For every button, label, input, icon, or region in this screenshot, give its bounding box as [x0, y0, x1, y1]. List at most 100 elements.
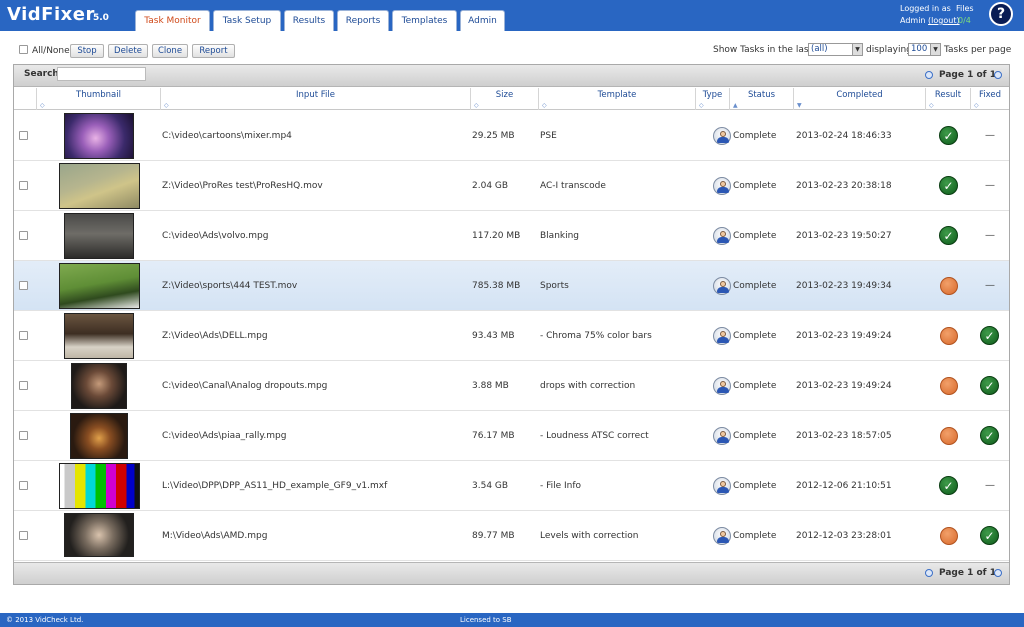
- stop-button[interactable]: Stop: [70, 44, 104, 58]
- check-icon: ✓: [980, 326, 999, 345]
- tab-task-monitor[interactable]: Task Monitor: [135, 10, 210, 31]
- sort-icon: ◇: [164, 102, 169, 109]
- color-bars-thumbnail[interactable]: [59, 463, 140, 509]
- person-icon: [713, 177, 731, 195]
- header-type[interactable]: Type ◇: [696, 88, 730, 110]
- status-text: Complete: [733, 131, 777, 141]
- row-checkbox[interactable]: [19, 381, 28, 390]
- fixed-value: —: [985, 230, 995, 241]
- header-fixed[interactable]: Fixed ◇: [971, 88, 1009, 110]
- check-icon[interactable]: ✓: [939, 476, 958, 495]
- header-result[interactable]: Result ◇: [926, 88, 971, 110]
- thumbnail-image[interactable]: [70, 413, 128, 459]
- app-logo: VidFixer: [7, 4, 95, 25]
- fixed-value: —: [985, 480, 995, 491]
- warning-icon[interactable]: [940, 277, 958, 295]
- person-icon: [713, 227, 731, 245]
- file-size: 117.20 MB: [472, 231, 521, 241]
- clone-button[interactable]: Clone: [152, 44, 188, 58]
- show-tasks-label: Show Tasks in the last: [713, 45, 813, 55]
- period-select[interactable]: (all) ▼: [808, 43, 863, 56]
- row-checkbox[interactable]: [19, 281, 28, 290]
- table-row[interactable]: M:\Video\Ads\AMD.mpg 89.77 MB Levels wit…: [14, 511, 1009, 561]
- pagination-label: Page 1 of 1: [939, 568, 996, 578]
- task-grid: Search Page 1 of 1 Thumbnail ◇ Input File…: [13, 64, 1010, 585]
- tab-reports[interactable]: Reports: [337, 10, 389, 31]
- tab-templates[interactable]: Templates: [392, 10, 457, 31]
- copyright-text: © 2013 VidCheck Ltd.: [6, 616, 84, 624]
- header-thumbnail[interactable]: Thumbnail ◇: [37, 88, 161, 110]
- select-all-checkbox[interactable]: [19, 45, 28, 54]
- check-icon[interactable]: ✓: [939, 226, 958, 245]
- header-size[interactable]: Size ◇: [471, 88, 539, 110]
- status-text: Complete: [733, 181, 777, 191]
- table-row[interactable]: C:\video\cartoons\mixer.mp4 29.25 MB PSE…: [14, 111, 1009, 161]
- delete-button[interactable]: Delete: [108, 44, 148, 58]
- row-checkbox[interactable]: [19, 231, 28, 240]
- pagination-label: Page 1 of 1: [939, 70, 996, 80]
- table-row[interactable]: C:\video\Canal\Analog dropouts.mpg 3.88 …: [14, 361, 1009, 411]
- logout-link[interactable]: (logout): [928, 16, 960, 25]
- thumbnail-image[interactable]: [59, 263, 140, 309]
- all-none-label: All/None: [32, 46, 70, 56]
- search-input[interactable]: [57, 67, 146, 81]
- warning-icon[interactable]: [940, 327, 958, 345]
- template-name: - Chroma 75% color bars: [540, 331, 652, 341]
- table-row[interactable]: Z:\Video\Ads\DELL.mpg 93.43 MB - Chroma …: [14, 311, 1009, 361]
- page-nav-icon[interactable]: [925, 569, 933, 577]
- thumbnail-image[interactable]: [64, 313, 134, 359]
- tab-admin[interactable]: Admin: [460, 10, 505, 31]
- status-text: Complete: [733, 231, 777, 241]
- check-icon: ✓: [980, 376, 999, 395]
- grid-header-row: Thumbnail ◇ Input File ◇ Size ◇ Template ◇ T…: [14, 88, 1009, 110]
- tab-results[interactable]: Results: [284, 10, 334, 31]
- row-checkbox[interactable]: [19, 431, 28, 440]
- thumbnail-image[interactable]: [64, 513, 134, 557]
- per-page-select[interactable]: 100 ▼: [908, 43, 941, 56]
- input-file: L:\Video\DPP\DPP_AS11_HD_example_GF9_v1.…: [162, 481, 388, 491]
- thumbnail-image[interactable]: [64, 213, 134, 259]
- grid-bottom-bar: Page 1 of 1: [14, 562, 1009, 584]
- row-checkbox[interactable]: [19, 131, 28, 140]
- status-text: Complete: [733, 481, 777, 491]
- check-icon[interactable]: ✓: [939, 126, 958, 145]
- table-row-selected[interactable]: Z:\Video\sports\444 TEST.mov 785.38 MB S…: [14, 261, 1009, 311]
- table-row[interactable]: C:\video\Ads\piaa_rally.mpg 76.17 MB - L…: [14, 411, 1009, 461]
- warning-icon[interactable]: [940, 427, 958, 445]
- page-nav-icon[interactable]: [994, 71, 1002, 79]
- page-nav-icon[interactable]: [994, 569, 1002, 577]
- header-status[interactable]: Status ▲: [730, 88, 794, 110]
- thumbnail-image[interactable]: [64, 113, 134, 159]
- help-icon[interactable]: ?: [989, 2, 1013, 26]
- row-checkbox[interactable]: [19, 331, 28, 340]
- status-text: Complete: [733, 531, 777, 541]
- tab-task-setup[interactable]: Task Setup: [213, 10, 281, 31]
- sort-desc-icon: ▼: [797, 102, 802, 109]
- report-button[interactable]: Report: [192, 44, 235, 58]
- thumbnail-image[interactable]: [71, 363, 127, 409]
- warning-icon[interactable]: [940, 377, 958, 395]
- row-checkbox[interactable]: [19, 181, 28, 190]
- header-input-file[interactable]: Input File ◇: [161, 88, 471, 110]
- row-checkbox[interactable]: [19, 531, 28, 540]
- per-page-value: 100: [911, 44, 928, 54]
- person-icon: [713, 127, 731, 145]
- chevron-down-icon: ▼: [930, 44, 940, 55]
- files-count[interactable]: 0/4: [958, 16, 971, 25]
- sort-icon: ◇: [974, 102, 979, 109]
- file-size: 3.88 MB: [472, 381, 509, 391]
- file-size: 785.38 MB: [472, 281, 521, 291]
- sort-icon: ◇: [929, 102, 934, 109]
- check-icon[interactable]: ✓: [939, 176, 958, 195]
- template-name: Levels with correction: [540, 531, 639, 541]
- table-row[interactable]: Z:\Video\ProRes test\ProResHQ.mov 2.04 G…: [14, 161, 1009, 211]
- thumbnail-image[interactable]: [59, 163, 140, 209]
- table-row[interactable]: L:\Video\DPP\DPP_AS11_HD_example_GF9_v1.…: [14, 461, 1009, 511]
- table-row[interactable]: C:\video\Ads\volvo.mpg 117.20 MB Blankin…: [14, 211, 1009, 261]
- page-nav-icon[interactable]: [925, 71, 933, 79]
- row-checkbox[interactable]: [19, 481, 28, 490]
- warning-icon[interactable]: [940, 527, 958, 545]
- header-template[interactable]: Template ◇: [539, 88, 696, 110]
- header-completed[interactable]: Completed ▼: [794, 88, 926, 110]
- template-name: Sports: [540, 281, 569, 291]
